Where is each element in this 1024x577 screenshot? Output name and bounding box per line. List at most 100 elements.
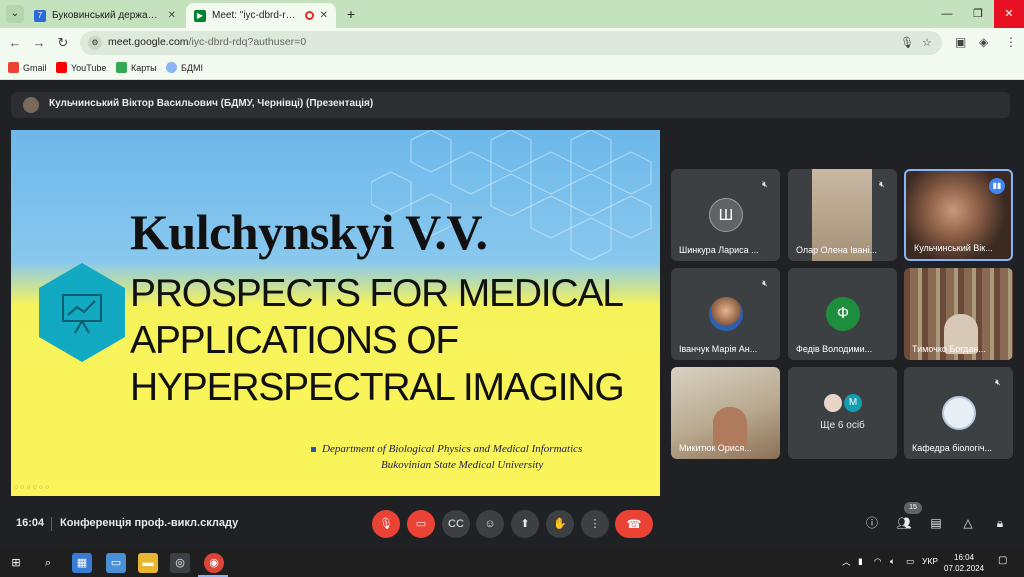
participant-tile-speaking[interactable]: ▮▮ Кульчинський Вік... — [904, 169, 1013, 261]
bookmark-youtube[interactable]: YouTube — [56, 62, 106, 73]
university-line: Bukovinian State Medical University — [381, 459, 544, 471]
speaker-icon[interactable]: 🔈︎ — [890, 556, 895, 567]
participant-name: Іванчук Марія Ан... — [679, 344, 758, 354]
extensions-icon[interactable]: ◈ — [979, 35, 988, 49]
more-options-button[interactable]: ⋮ — [581, 510, 609, 538]
windows-taskbar: ⊞ ⌕ ▦ ▭ ▬ ◎ ◉ ︿ ▮ ◠ 🔈︎ ▭ УКР 16:04 07.02… — [0, 548, 1024, 577]
tab-meet[interactable]: ▶ Meet: "iyc-dbrd-rdq" ✕ — [186, 3, 336, 28]
participant-count-badge: 15 — [904, 502, 922, 514]
side-panel-icon[interactable]: ▣ — [955, 35, 966, 49]
minimize-button[interactable]: — — [932, 0, 962, 28]
clock-time: 16:04 — [954, 553, 975, 562]
participant-avatar: М — [842, 392, 864, 414]
bookmark-gmail[interactable]: Gmail — [8, 62, 47, 73]
file-explorer-icon[interactable]: ▬ — [138, 553, 158, 573]
task-view-icon[interactable]: ▦ — [72, 553, 92, 573]
notifications-icon[interactable]: ▢ — [998, 555, 1007, 566]
chrome-icon[interactable]: ◉ — [204, 553, 224, 573]
bookmark-maps[interactable]: Карты — [116, 62, 157, 73]
divider — [51, 517, 52, 531]
forward-icon[interactable]: → — [30, 34, 48, 52]
participant-name: Тимочко Богдан... — [912, 344, 986, 354]
globe-icon — [166, 62, 177, 73]
tab-search-button[interactable]: ⌄ — [6, 5, 24, 23]
back-icon[interactable]: ← — [6, 34, 24, 52]
battery-icon[interactable]: ▭ — [906, 556, 914, 567]
participant-name: Кульчинський Вік... — [914, 243, 993, 253]
window-close-button[interactable]: ✕ — [994, 0, 1024, 28]
slide-title: PROSPECTS FOR MEDICAL APPLICATIONS OF HY… — [130, 270, 650, 411]
slide-title-line: APPLICATIONS OF — [130, 319, 459, 362]
activities-icon[interactable]: △ — [959, 514, 977, 532]
raise-hand-button[interactable]: ✋ — [546, 510, 574, 538]
speaking-indicator-icon: ▮▮ — [989, 178, 1005, 194]
url-host: meet.google.com — [108, 36, 189, 48]
camera-off-button[interactable]: ▭ — [407, 510, 435, 538]
present-screen-button[interactable]: ⬆ — [511, 510, 539, 538]
tray-chevron-icon[interactable]: ︿ — [842, 556, 851, 568]
windows-start-icon[interactable]: ⊞ — [6, 553, 26, 573]
bookmark-star-icon[interactable]: ☆ — [922, 36, 932, 49]
system-clock[interactable]: 16:04 07.02.2024 — [944, 552, 984, 574]
presenter-label: Кульчинський Віктор Васильович (БДМУ, Че… — [49, 98, 374, 109]
chat-icon[interactable]: ▤ — [927, 514, 945, 532]
meet-favicon-icon: ▶ — [194, 9, 206, 22]
tray-app-icon[interactable]: ▮ — [858, 556, 863, 567]
bookmark-label: YouTube — [71, 62, 107, 73]
participant-tile[interactable]: Ш 🔇︎ Шинкура Лариса ... — [671, 169, 780, 261]
presentation-slide: Kulchynskyi V.V. PROSPECTS FOR MEDICAL A… — [11, 130, 660, 496]
close-tab-icon[interactable]: ✕ — [320, 10, 328, 21]
host-controls-icon[interactable]: 🔒︎ — [991, 514, 1009, 532]
bookmark-label: Gmail — [23, 62, 47, 73]
tab-title: Meet: "iyc-dbrd-rdq" — [212, 10, 299, 21]
leave-call-button[interactable]: ☎ — [615, 510, 653, 538]
menu-icon[interactable]: ⋮ — [1005, 35, 1017, 49]
app-icon[interactable]: ▭ — [106, 553, 126, 573]
participant-avatar — [942, 396, 976, 430]
browser-toolbar: ← → ↻ ⚙ meet.google.com/iyc-dbrd-rdq?aut… — [0, 28, 1024, 58]
bookmark-bdmi[interactable]: БДМІ — [166, 62, 203, 73]
new-tab-button[interactable]: + — [342, 5, 360, 23]
more-participants-tile[interactable]: М Ще 6 осіб — [788, 367, 897, 459]
participant-tile[interactable]: Микитюк Орися... — [671, 367, 780, 459]
participant-avatar: Ш — [709, 198, 743, 232]
app-icon[interactable]: ◎ — [170, 553, 190, 573]
participant-name: Олар Олена Івані... — [796, 245, 877, 255]
people-icon[interactable]: 👥︎ — [895, 514, 913, 532]
reload-icon[interactable]: ↻ — [54, 34, 72, 52]
bullet-icon — [311, 446, 316, 452]
site-info-icon[interactable]: ⚙ — [88, 36, 102, 50]
tab-bsmu[interactable]: 7 Буковинський державний ме... ✕ — [26, 3, 184, 28]
bookmark-label: Карты — [131, 62, 157, 73]
mic-off-button[interactable]: 🎙 — [372, 510, 400, 538]
presentation-bar: Кульчинський Віктор Васильович (БДМУ, Че… — [11, 92, 1010, 118]
clock-date: 07.02.2024 — [944, 564, 985, 573]
more-participants-label: Ще 6 осіб — [820, 420, 865, 431]
participant-tile[interactable]: 🔇︎ Олар Олена Івані... — [788, 169, 897, 261]
department-line: Department of Biological Physics and Med… — [322, 443, 583, 455]
gmail-icon — [8, 62, 19, 73]
participant-avatar: Ф — [826, 297, 860, 331]
wifi-icon[interactable]: ◠ — [874, 556, 881, 567]
participant-tile[interactable]: 🔇︎ Іванчук Марія Ан... — [671, 268, 780, 360]
participant-tile[interactable]: Тимочко Богдан... — [904, 268, 1013, 360]
input-language[interactable]: УКР — [922, 556, 938, 566]
restore-button[interactable]: ❐ — [963, 0, 993, 28]
address-bar[interactable]: ⚙ meet.google.com/iyc-dbrd-rdq?authuser=… — [80, 31, 942, 55]
close-tab-icon[interactable]: ✕ — [168, 10, 176, 21]
slide-title-line: PROSPECTS FOR MEDICAL — [130, 272, 624, 315]
meet-main: Кульчинський Віктор Васильович (БДМУ, Че… — [0, 80, 1024, 548]
participant-avatar — [709, 297, 743, 331]
microphone-icon[interactable]: 🎙 — [900, 36, 914, 49]
participant-tile[interactable]: 🔇︎ Кафедра біологіч... — [904, 367, 1013, 459]
bookmark-label: БДМІ — [181, 62, 203, 73]
meeting-title: Конференція проф.-викл.складу — [60, 517, 239, 529]
participant-tile[interactable]: Ф Федів Володими... — [788, 268, 897, 360]
meeting-info-icon[interactable]: ⓘ — [863, 514, 881, 532]
search-icon[interactable]: ⌕ — [38, 553, 58, 573]
emoji-button[interactable]: ☺ — [476, 510, 504, 538]
captions-button[interactable]: CC — [442, 510, 470, 538]
participant-avatar — [822, 392, 844, 414]
maps-icon — [116, 62, 127, 73]
mic-off-icon: 🔇︎ — [995, 377, 1001, 387]
